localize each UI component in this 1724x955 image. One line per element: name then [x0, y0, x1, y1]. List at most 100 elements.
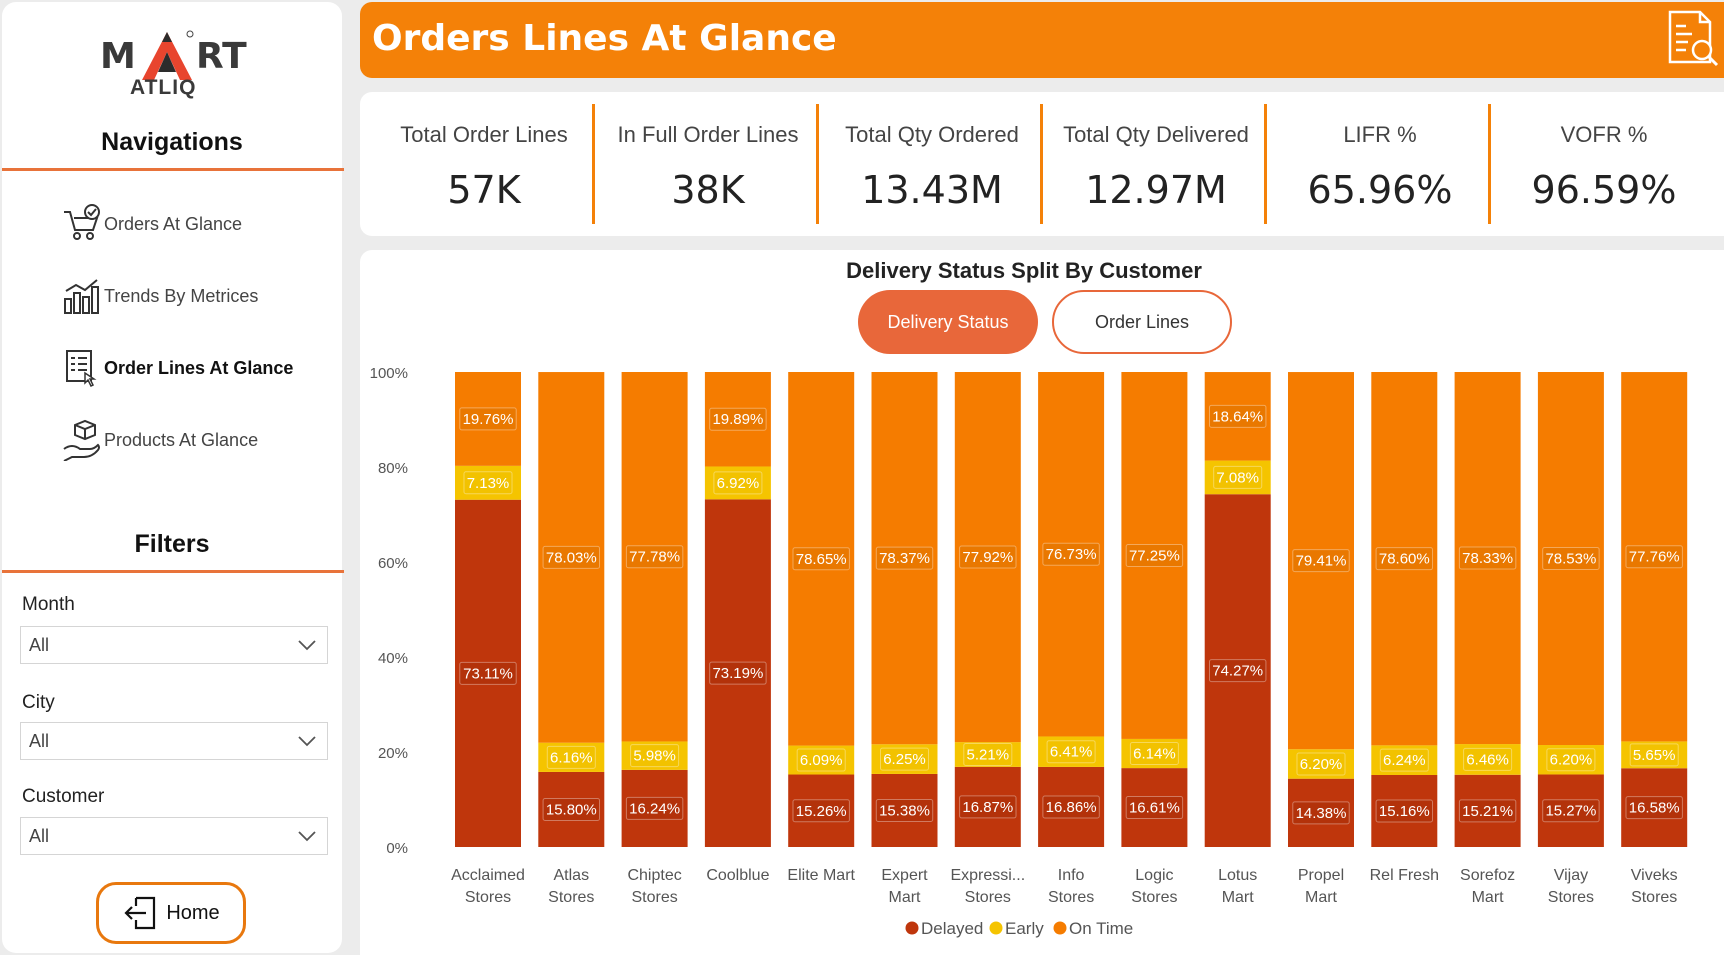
kpi-label: LIFR % [1343, 122, 1417, 147]
city-filter-select[interactable]: All [20, 722, 328, 760]
data-label: 6.16% [550, 749, 593, 766]
nav-item-label: Trends By Metrices [104, 285, 259, 306]
kpi-value: 38K [671, 168, 745, 212]
kpi-label: Total Qty Ordered [845, 122, 1019, 147]
cart-check-icon [60, 202, 104, 246]
legend-marker [905, 921, 919, 935]
month-filter-value: All [29, 634, 50, 655]
home-button[interactable]: Home [96, 882, 246, 944]
customer-filter-select[interactable]: All [20, 817, 328, 855]
data-label: 7.08% [1216, 469, 1259, 486]
kpi-separator [1488, 104, 1491, 224]
x-tick-label: Stores [1131, 889, 1177, 906]
data-label: 78.53% [1545, 551, 1596, 568]
data-label: 74.27% [1212, 663, 1263, 680]
x-tick-label: Lotus [1218, 867, 1257, 884]
x-tick-label: Mart [889, 889, 922, 906]
x-tick-label: Stores [1631, 889, 1677, 906]
data-label: 78.03% [546, 549, 597, 566]
bar-trend-icon [60, 274, 104, 318]
kpi-label: Total Qty Delivered [1063, 122, 1249, 147]
x-tick-label: Expert [881, 867, 928, 884]
kpi-total-qty-delivered: Total Qty Delivered 12.97M [1044, 92, 1268, 236]
x-tick-label: Stores [631, 889, 677, 906]
data-label: 16.24% [629, 800, 680, 817]
city-filter-label: City [22, 692, 55, 713]
nav-divider [2, 168, 344, 171]
x-tick-label: Sorefoz [1460, 867, 1515, 884]
kpi-separator [1040, 104, 1043, 224]
data-label: 78.33% [1462, 550, 1513, 567]
nav-item-orders-at-glance[interactable]: Orders At Glance [60, 200, 242, 248]
report-search-icon [1668, 10, 1719, 67]
chevron-down-icon [298, 831, 316, 842]
month-filter-select[interactable]: All [20, 626, 328, 664]
chevron-down-icon [298, 640, 316, 651]
x-tick-label: Vijay [1554, 867, 1588, 884]
data-label: 6.46% [1466, 751, 1509, 768]
data-label: 16.86% [1046, 799, 1097, 816]
legend-marker [1053, 921, 1067, 935]
x-tick-label: Atlas [554, 867, 590, 884]
x-tick-label: Acclaimed [451, 867, 525, 884]
data-label: 15.38% [879, 802, 930, 819]
data-label: 16.87% [962, 799, 1013, 816]
data-label: 79.41% [1296, 553, 1347, 570]
kpi-vofr: VOFR % 96.59% [1492, 92, 1716, 236]
nav-item-label: Orders At Glance [104, 213, 243, 234]
logo-text-right: RT [196, 36, 247, 77]
data-label: 76.73% [1046, 546, 1097, 563]
kpi-label: In Full Order Lines [617, 122, 799, 147]
data-label: 6.25% [883, 751, 926, 768]
data-label: 6.92% [717, 475, 760, 492]
data-label: 73.19% [712, 665, 763, 682]
x-tick-label: Stores [548, 889, 594, 906]
kpi-in-full-order-lines: In Full Order Lines 38K [596, 92, 820, 236]
data-label: 78.37% [879, 550, 930, 567]
y-tick-label: 60% [378, 555, 408, 572]
home-button-label: Home [166, 901, 220, 924]
data-label: 73.11% [463, 665, 513, 682]
filters-heading: Filters [134, 530, 210, 558]
customer-filter-label: Customer [22, 786, 105, 807]
data-label: 14.38% [1296, 805, 1347, 822]
month-filter-label: Month [22, 594, 75, 615]
legend-marker [989, 921, 1003, 935]
data-label: 15.27% [1545, 803, 1596, 820]
chevron-down-icon [298, 736, 316, 747]
data-label: 16.58% [1629, 800, 1680, 817]
kpi-value: 12.97M [1085, 168, 1227, 212]
y-tick-label: 40% [378, 650, 408, 667]
kpi-label: VOFR % [1560, 122, 1648, 147]
data-label: 5.98% [633, 748, 676, 765]
data-label: 19.76% [463, 411, 514, 428]
data-label: 5.21% [967, 746, 1010, 763]
nav-item-label: Order Lines At Glance [104, 357, 294, 378]
data-label: 77.92% [962, 549, 1013, 566]
kpi-value: 96.59% [1531, 168, 1677, 212]
nav-item-products-at-glance[interactable]: Products At Glance [60, 416, 258, 464]
kpi-value: 13.43M [861, 168, 1003, 212]
data-label: 6.20% [1550, 752, 1593, 769]
x-tick-label: Viveks [1631, 867, 1678, 884]
checklist-icon [60, 346, 104, 390]
data-label: 6.41% [1050, 744, 1093, 761]
data-label: 78.60% [1379, 551, 1430, 568]
data-label: 15.26% [796, 803, 847, 820]
nav-item-order-lines-at-glance[interactable]: Order Lines At Glance [60, 344, 293, 392]
legend-label: On Time [1069, 919, 1133, 938]
data-label: 78.65% [796, 551, 847, 568]
data-label: 6.20% [1300, 756, 1343, 773]
page-title: Orders Lines At Glance [372, 18, 837, 59]
x-tick-label: Rel Fresh [1370, 867, 1439, 884]
y-tick-label: 0% [386, 840, 408, 857]
legend-label: Early [1005, 919, 1044, 938]
nav-item-trends-by-metrices[interactable]: Trends By Metrices [60, 272, 258, 320]
data-label: 5.65% [1633, 747, 1676, 764]
customer-filter-value: All [29, 825, 50, 846]
data-label: 77.25% [1129, 547, 1180, 564]
kpi-lifr: LIFR % 65.96% [1268, 92, 1492, 236]
x-tick-label: Chiptec [627, 867, 681, 884]
data-label: 15.80% [546, 801, 597, 818]
data-label: 77.78% [629, 549, 680, 566]
